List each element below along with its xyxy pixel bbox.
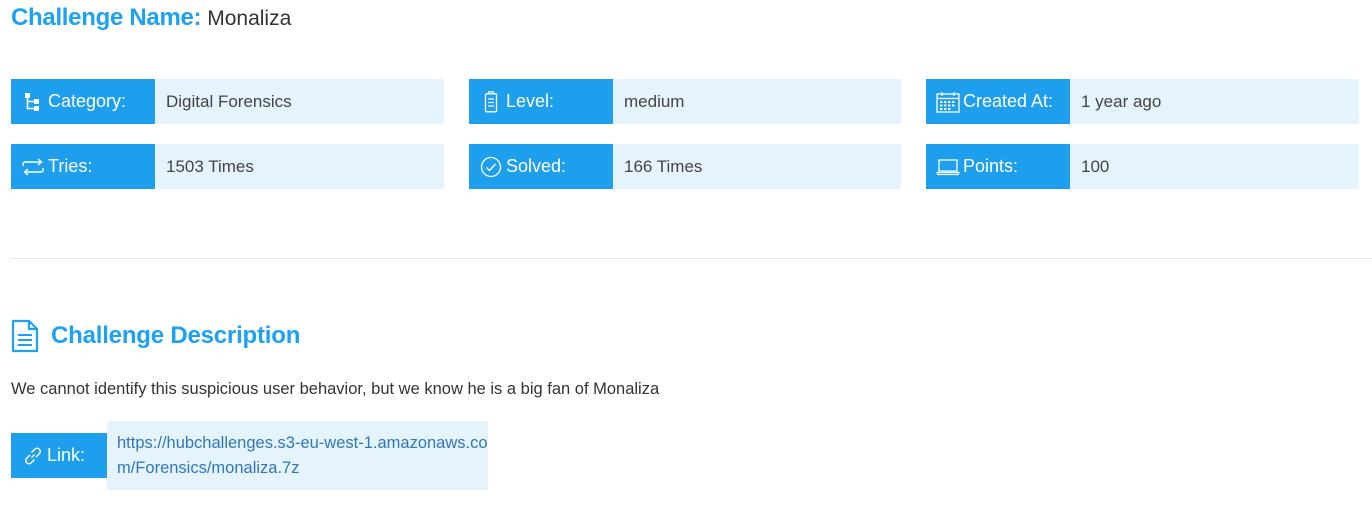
- level-value: medium: [613, 79, 901, 124]
- created-at-card: Created At: 1 year ago: [926, 79, 1359, 124]
- points-label: Points:: [963, 156, 1019, 176]
- tries-label-box: Tries:: [11, 144, 155, 189]
- check-circle-icon: [479, 155, 503, 179]
- category-label: Category:: [48, 91, 127, 111]
- solved-card: Solved: 166 Times: [469, 144, 901, 189]
- challenge-name-label: Challenge Name:: [11, 4, 202, 31]
- link-card: Link: https://hubchallenges.s3-eu-west-1…: [11, 421, 488, 490]
- tries-value: 1503 Times: [155, 144, 444, 189]
- link-label-box: Link:: [11, 433, 107, 478]
- challenge-title: Challenge Name: Monaliza: [11, 4, 291, 36]
- link-value-box: https://hubchallenges.s3-eu-west-1.amazo…: [107, 421, 488, 490]
- description-heading-text: Challenge Description: [51, 322, 301, 349]
- tries-card: Tries: 1503 Times: [11, 144, 444, 189]
- category-label-box: Category:: [11, 79, 155, 124]
- tries-label: Tries:: [48, 156, 93, 176]
- category-card: Category: Digital Forensics: [11, 79, 444, 124]
- link-label: Link:: [47, 445, 86, 465]
- solved-value: 166 Times: [613, 144, 901, 189]
- level-label-box: Level:: [469, 79, 613, 124]
- level-card: Level: medium: [469, 79, 901, 124]
- section-divider: [11, 258, 1372, 259]
- points-value: 100: [1070, 144, 1359, 189]
- document-icon: [11, 319, 39, 353]
- created-at-value: 1 year ago: [1070, 79, 1359, 124]
- link-icon: [21, 444, 45, 468]
- description-heading: Challenge Description: [11, 318, 300, 354]
- laptop-icon: [936, 155, 960, 179]
- category-value: Digital Forensics: [155, 79, 444, 124]
- challenge-name-value: Monaliza: [207, 7, 292, 30]
- repeat-icon: [21, 155, 45, 179]
- points-card: Points: 100: [926, 144, 1359, 189]
- download-link[interactable]: https://hubchallenges.s3-eu-west-1.amazo…: [117, 431, 492, 481]
- points-label-box: Points:: [926, 144, 1070, 189]
- level-label: Level:: [506, 91, 555, 111]
- hierarchy-icon: [21, 90, 45, 114]
- description-text: We cannot identify this suspicious user …: [11, 380, 660, 398]
- created-at-label-box: Created At:: [926, 79, 1070, 124]
- battery-icon: [479, 90, 503, 114]
- solved-label-box: Solved:: [469, 144, 613, 189]
- calendar-icon: [936, 90, 960, 114]
- solved-label: Solved:: [506, 156, 567, 176]
- created-at-label: Created At:: [963, 91, 1054, 111]
